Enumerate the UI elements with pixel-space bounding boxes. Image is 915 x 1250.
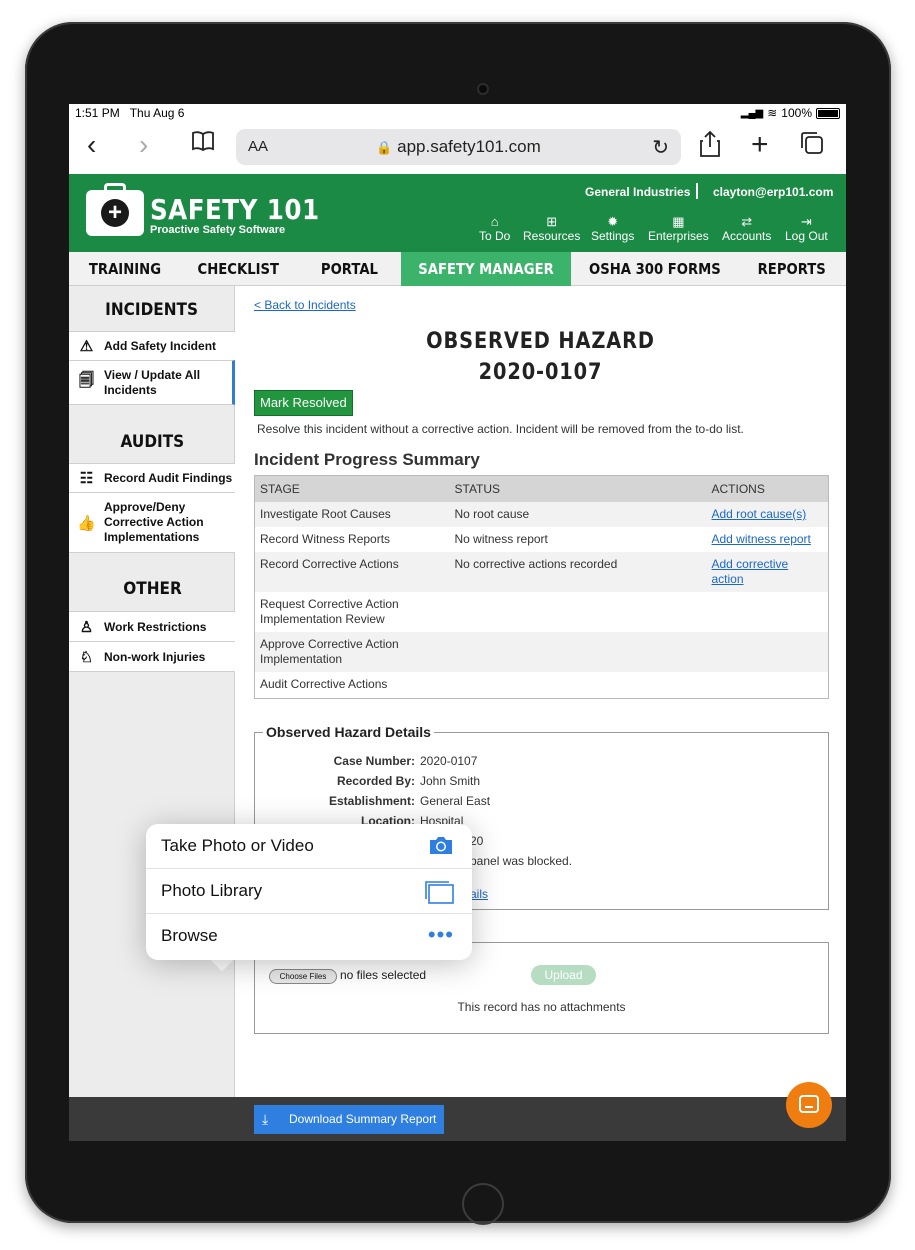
header-divider [696,183,698,199]
main-content: < Back to Incidents OBSERVED HAZARD 2020… [235,286,846,1097]
chat-bubble-button[interactable] [786,1082,832,1128]
nav-enterprises[interactable]: ▦ Enterprises [648,214,709,244]
new-tab-icon[interactable]: + [751,130,769,160]
camera-icon [428,835,454,861]
home-icon: ⌂ [490,214,499,229]
company-name[interactable]: General Industries [585,185,690,199]
sidebar-item-non-work-injuries[interactable]: ♘ Non-work Injuries [69,641,235,672]
tab-checklist[interactable]: CHECKLIST [180,252,297,286]
battery-icon [816,107,840,119]
logout-icon: ⇥ [800,214,812,229]
download-icon: ⤓ [262,1111,269,1127]
url-text: app.safety101.com [397,137,541,156]
choose-files-button[interactable]: Choose Files [269,969,337,984]
nav-resources[interactable]: ⊞ Resources [523,214,580,244]
table-row: Request Corrective Action Implementation… [260,597,399,626]
browser-toolbar: ‹ › AA 🔒 app.safety101.com ↻ + [69,122,846,174]
nav-settings[interactable]: ✹ Settings [591,214,634,244]
hazard-details-title: Observed Hazard Details [263,724,434,740]
wifi-icon: ≋ [767,106,778,120]
table-row: Record Witness Reports No witness report… [260,532,811,546]
lock-icon: 🔒 [376,140,393,155]
building-icon: ▦ [672,214,685,229]
gear-icon: ✹ [607,214,619,229]
no-attachments-label: This record has no attachments [457,1000,626,1014]
brand-name: SAFETY 101 [150,193,320,226]
status-bar: 1:51 PM Thu Aug 6 ▂▄▆ ≋ 100% [69,104,846,122]
add-root-cause-link[interactable]: Add root cause(s) [712,507,807,521]
nav-logout[interactable]: ⇥ Log Out [785,214,828,244]
browse-option[interactable]: Browse ••• [146,914,472,959]
resolve-note: Resolve this incident without a correcti… [257,422,744,436]
progress-table: STAGE STATUS ACTIONS Investigate Root Ca… [254,475,829,699]
screen: 1:51 PM Thu Aug 6 ▂▄▆ ≋ 100% ‹ › AA 🔒 ap… [69,104,846,1141]
table-header-row: STAGE STATUS ACTIONS [254,475,829,502]
download-summary-report-button[interactable]: ⤓ Download Summary Report [254,1105,444,1134]
warning-icon: ⚠ [79,338,94,355]
book-icon: ⊞ [546,214,558,229]
share-icon[interactable] [699,130,721,166]
table-row: Approve Corrective Action Implementation [254,632,829,672]
battery-percent: 100% [781,106,812,120]
thumbs-up-icon: 👍 [77,514,96,532]
photo-library-option[interactable]: Photo Library [146,869,472,914]
status-time: 1:51 PM [75,106,120,120]
sidebar-heading-incidents: INCIDENTS [105,300,199,320]
upload-button[interactable]: Upload [531,965,596,985]
file-picker-popover: Take Photo or Video Photo Library Browse… [146,824,472,960]
main-tabs: TRAINING CHECKLIST PORTAL SAFETY MANAGER… [69,252,846,286]
add-witness-report-link[interactable]: Add witness report [712,532,811,546]
sidebar-heading-audits: AUDITS [120,432,184,452]
sidebar-heading-other: OTHER [122,579,182,599]
more-icon: ••• [427,922,454,947]
sidebar-item-record-audit-findings[interactable]: ☷ Record Audit Findings [69,463,235,493]
take-photo-option[interactable]: Take Photo or Video [146,824,472,869]
checklist-icon: ☷ [79,470,94,487]
photo-library-icon [424,880,454,910]
search-document-icon: 🗐 [79,372,94,389]
tab-training[interactable]: TRAINING [69,252,180,286]
tab-reports[interactable]: REPORTS [738,252,846,286]
person-icon: ♙ [79,618,94,636]
injury-icon: ♘ [79,648,94,666]
table-row: Investigate Root Causes No root cause Ad… [254,502,829,527]
swap-icon: ⇄ [741,214,753,229]
bookmarks-icon[interactable] [191,130,215,161]
add-corrective-action-link[interactable]: Add corrective action [712,557,802,587]
tab-safety-manager[interactable]: SAFETY MANAGER [401,252,571,286]
page-title: OBSERVED HAZARD 2020-0107 [426,329,655,385]
table-row: Audit Corrective Actions [260,677,388,691]
tab-portal[interactable]: PORTAL [297,252,401,286]
table-row: Record Corrective Actions No corrective … [254,552,829,592]
reload-icon[interactable]: ↻ [652,135,669,160]
home-button[interactable] [462,1183,504,1225]
footer-bar: ⤓ Download Summary Report [69,1097,846,1141]
user-email[interactable]: clayton@erp101.com [713,185,833,199]
mark-resolved-button[interactable]: Mark Resolved [254,390,353,416]
logo-icon: + [86,183,144,236]
address-bar[interactable]: AA 🔒 app.safety101.com ↻ [236,129,681,165]
camera-dot [477,83,489,95]
tab-osha-300-forms[interactable]: OSHA 300 FORMS [571,252,738,286]
nav-todo[interactable]: ⌂ To Do [479,214,510,244]
forward-icon[interactable]: › [139,130,148,160]
back-icon[interactable]: ‹ [87,130,96,160]
back-to-incidents-link[interactable]: < Back to Incidents [254,298,356,312]
sidebar-item-work-restrictions[interactable]: ♙ Work Restrictions [69,611,235,642]
progress-summary-title: Incident Progress Summary [254,450,480,469]
status-date: Thu Aug 6 [129,106,185,120]
sidebar-item-approve-deny[interactable]: 👍 Approve/Deny Corrective Action Impleme… [69,492,235,553]
signal-icon: ▂▄▆ [740,107,764,119]
sidebar: INCIDENTS ⚠ Add Safety Incident 🗐 View /… [69,286,235,1097]
chat-icon [799,1095,819,1113]
no-files-label: no files selected [340,968,427,982]
app-header: + SAFETY 101 Proactive Safety Software G… [69,174,846,252]
brand-tagline: Proactive Safety Software [150,224,286,236]
sidebar-item-add-safety-incident[interactable]: ⚠ Add Safety Incident [69,331,235,361]
nav-accounts[interactable]: ⇄ Accounts [722,214,771,244]
sidebar-item-view-update-incidents[interactable]: 🗐 View / Update All Incidents [69,360,235,405]
tabs-icon[interactable] [799,130,825,162]
